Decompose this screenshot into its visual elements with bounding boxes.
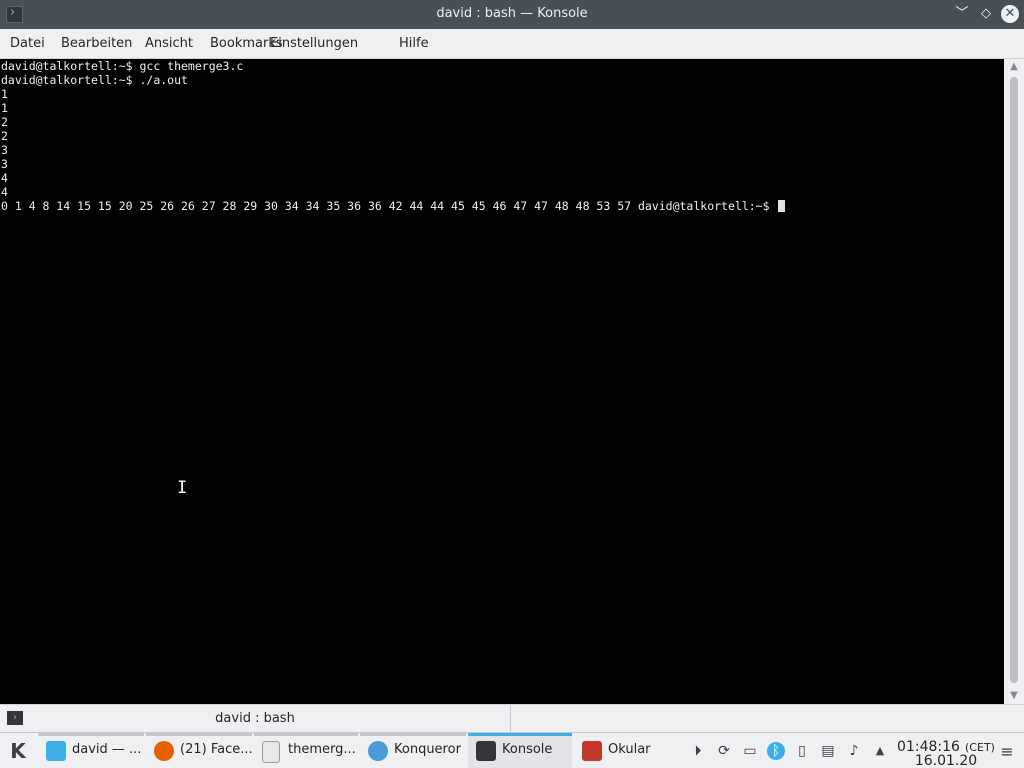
task-konqueror[interactable]: Konqueror bbox=[360, 733, 466, 768]
terminal-prompt-line: 0 1 4 8 14 15 15 20 25 26 26 27 28 29 30… bbox=[0, 199, 1004, 213]
network-icon[interactable]: ▯ bbox=[793, 742, 811, 760]
terminal-line: 1 bbox=[1, 101, 8, 115]
task-firefox[interactable]: (21) Face... bbox=[146, 733, 253, 768]
terminal-line: 2 bbox=[1, 129, 8, 143]
menu-hilfe[interactable]: Hilfe bbox=[399, 36, 429, 51]
task-label: (21) Face... bbox=[180, 742, 253, 757]
task-indicator bbox=[360, 733, 466, 736]
task-dolphin[interactable]: david — ... bbox=[38, 733, 144, 768]
minimize-button[interactable]: ﹀ bbox=[953, 5, 971, 23]
scroll-up-icon[interactable]: ▲ bbox=[1008, 61, 1020, 73]
application-launcher-icon[interactable]: K bbox=[6, 739, 30, 763]
firefox-icon bbox=[154, 741, 174, 761]
terminal-line: 1 bbox=[1, 87, 8, 101]
task-label: themerg... bbox=[288, 742, 356, 757]
expand-tray-icon[interactable]: ▲ bbox=[871, 742, 889, 760]
update-icon[interactable]: ⟳ bbox=[715, 742, 733, 760]
menu-einstellungen[interactable]: Einstellungen bbox=[270, 36, 358, 51]
scroll-down-icon[interactable]: ▼ bbox=[1008, 690, 1020, 702]
session-tab-label: david : bash bbox=[215, 711, 295, 726]
bluetooth-icon[interactable]: ᛒ bbox=[767, 742, 785, 760]
terminal-output[interactable]: david@talkortell:~$ gcc themerge3.c davi… bbox=[0, 59, 1004, 704]
task-label: Konsole bbox=[502, 742, 553, 757]
task-indicator bbox=[38, 733, 144, 736]
terminal-line: david@talkortell:~$ ./a.out bbox=[1, 73, 188, 87]
konsole-icon bbox=[476, 741, 496, 761]
terminal-line: 4 bbox=[1, 185, 8, 199]
session-tab[interactable]: › david : bash bbox=[0, 705, 511, 733]
session-tab-bar: › david : bash bbox=[0, 704, 1024, 733]
window-title: david : bash — Konsole bbox=[436, 6, 588, 21]
task-indicator bbox=[254, 733, 358, 736]
task-label: Konqueror bbox=[394, 742, 461, 757]
menu-datei[interactable]: Datei bbox=[10, 36, 45, 51]
text-cursor bbox=[778, 200, 786, 212]
text-file-icon bbox=[262, 741, 280, 763]
vertical-scrollbar[interactable]: ▲ ▼ bbox=[1004, 59, 1024, 704]
ibeam-cursor-icon: I bbox=[177, 478, 188, 498]
taskbar: K david — ... (21) Face... themerg... Ko… bbox=[0, 732, 1024, 768]
window-titlebar[interactable]: › david : bash — Konsole ﹀ ◇ ✕ bbox=[0, 0, 1024, 29]
terminal-line: david@talkortell:~$ gcc themerge3.c bbox=[1, 59, 244, 73]
scrollbar-thumb[interactable] bbox=[1010, 77, 1018, 683]
volume-icon[interactable]: ♪ bbox=[845, 742, 863, 760]
terminal-line: 3 bbox=[1, 157, 8, 171]
terminal-line: 2 bbox=[1, 115, 8, 129]
close-button[interactable]: ✕ bbox=[1001, 5, 1019, 23]
okular-icon bbox=[582, 741, 602, 761]
menu-ansicht[interactable]: Ansicht bbox=[145, 36, 193, 51]
menu-bar: Datei Bearbeiten Ansicht Bookmarks Einst… bbox=[0, 29, 1024, 59]
task-okular[interactable]: Okular bbox=[574, 733, 678, 768]
terminal-line: 4 bbox=[1, 171, 8, 185]
task-konsole[interactable]: Konsole bbox=[468, 733, 572, 768]
task-label: Okular bbox=[608, 742, 651, 757]
menu-bearbeiten[interactable]: Bearbeiten bbox=[61, 36, 132, 51]
media-play-icon[interactable]: ⏵ bbox=[689, 742, 707, 760]
display-icon[interactable]: ▭ bbox=[741, 742, 759, 760]
clipboard-icon[interactable]: ▤ bbox=[819, 742, 837, 760]
terminal-line-text: 0 1 4 8 14 15 15 20 25 26 26 27 28 29 30… bbox=[1, 199, 777, 213]
task-editor[interactable]: themerg... bbox=[254, 733, 358, 768]
maximize-button[interactable]: ◇ bbox=[977, 5, 995, 23]
digital-clock[interactable]: 01:48:16 (CET) 16.01.20 bbox=[896, 736, 996, 768]
task-label: david — ... bbox=[72, 742, 142, 757]
terminal-line: 3 bbox=[1, 143, 8, 157]
folder-icon bbox=[46, 741, 66, 761]
clock-date: 16.01.20 bbox=[914, 753, 978, 768]
task-indicator bbox=[146, 733, 252, 736]
konqueror-icon bbox=[368, 741, 388, 761]
panel-menu-icon[interactable]: ≡ bbox=[999, 742, 1015, 761]
